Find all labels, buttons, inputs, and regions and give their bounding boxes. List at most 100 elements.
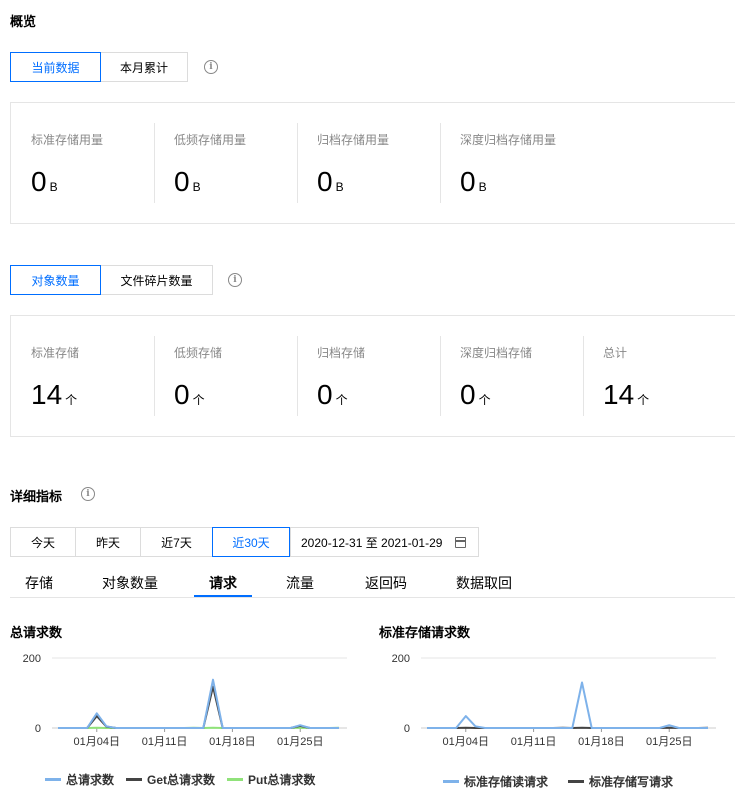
metric-unit: 个 [65, 393, 78, 407]
metric-unit: 个 [192, 393, 205, 407]
metric-label: 归档存储用量 [317, 133, 390, 147]
metric-label: 标准存储 [31, 346, 80, 360]
fragment-count-button[interactable]: 文件碎片数量 [100, 265, 213, 295]
divider [440, 123, 441, 203]
tab-storage[interactable]: 存储 [25, 573, 53, 593]
legend-swatch [227, 778, 244, 781]
legend-item[interactable]: Put总请求数 [227, 771, 315, 788]
metric-unit: 个 [335, 393, 348, 407]
metric-deep-archive-storage: 深度归档存储用量 0B [440, 103, 620, 223]
count-deep-archive: 深度归档存储 0个 [440, 316, 583, 436]
legend-item[interactable]: 标准存储读请求 [443, 773, 548, 790]
chart-legend: 总请求数 Get总请求数 Put总请求数 [45, 771, 327, 788]
metric-unit: B [192, 180, 201, 194]
tab-traffic[interactable]: 流量 [286, 573, 314, 593]
range-today-button[interactable]: 今天 [10, 527, 76, 557]
metric-label: 归档存储 [317, 346, 366, 360]
tab-requests[interactable]: 请求 [209, 573, 237, 593]
total-requests-chart: 0 200 01月04日 01月11日 01月18日 01月25日 [23, 653, 347, 748]
storage-usage-card: 标准存储用量 0B 低频存储用量 0B 归档存储用量 0B 深度归档存储用量 0… [10, 102, 735, 224]
metric-value: 0 [317, 166, 333, 197]
legend-item[interactable]: 标准存储写请求 [568, 773, 673, 790]
object-count-button[interactable]: 对象数量 [10, 265, 101, 295]
metric-infrequent-storage: 低频存储用量 0B [154, 103, 297, 223]
tab-return-codes[interactable]: 返回码 [365, 573, 407, 593]
legend-swatch [45, 778, 61, 781]
series-line [58, 685, 339, 729]
info-icon[interactable]: i [204, 60, 218, 74]
range-7days-button[interactable]: 近7天 [140, 527, 213, 557]
metric-label: 深度归档存储用量 [460, 133, 557, 147]
current-data-button[interactable]: 当前数据 [10, 52, 101, 82]
details-title: 详细指标 [10, 489, 63, 504]
x-tick-label: 01月25日 [277, 736, 323, 748]
legend-label: 总请求数 [66, 773, 115, 787]
legend-label: Get总请求数 [147, 773, 216, 787]
x-tick-label: 01月25日 [646, 736, 692, 748]
metric-label: 总计 [603, 346, 628, 360]
count-archive: 归档存储 0个 [297, 316, 440, 436]
metric-label: 低频存储 [174, 346, 223, 360]
legend-item[interactable]: Get总请求数 [126, 771, 215, 788]
metric-standard-storage: 标准存储用量 0B [11, 103, 154, 223]
metric-unit: B [478, 180, 487, 194]
standard-requests-chart: 0 200 01月04日 01月11日 01月18日 01月25日 [392, 653, 716, 748]
metrics-tabs: 存储 对象数量 请求 流量 返回码 数据取回 [10, 568, 735, 598]
range-buttons: 今天 昨天 近7天 近30天 [10, 527, 290, 557]
x-tick-label: 01月18日 [209, 736, 255, 748]
metric-unit: 个 [637, 393, 650, 407]
chart-title-total-requests: 总请求数 [10, 625, 63, 640]
divider [154, 123, 155, 203]
date-range-text: 2020-12-31 至 2021-01-29 [301, 535, 443, 550]
x-tick-label: 01月04日 [74, 736, 120, 748]
active-tab-indicator [194, 595, 252, 597]
y-tick-label: 0 [404, 723, 410, 735]
legend-label: 标准存储写请求 [589, 775, 674, 789]
legend-label: 标准存储读请求 [464, 775, 549, 789]
legend-item[interactable]: 总请求数 [45, 771, 114, 788]
count-infrequent: 低频存储 0个 [154, 316, 297, 436]
metric-value: 0 [460, 379, 476, 410]
metric-value: 14 [603, 379, 635, 410]
range-30days-button[interactable]: 近30天 [212, 527, 290, 557]
y-tick-label: 0 [35, 723, 41, 735]
info-icon[interactable]: i [81, 487, 95, 501]
metric-unit: B [335, 180, 344, 194]
metric-unit: 个 [478, 393, 491, 407]
divider [440, 336, 441, 416]
legend-swatch [443, 780, 459, 783]
date-range-picker[interactable]: 2020-12-31 至 2021-01-29 [290, 527, 479, 557]
overview-toggle: 当前数据 本月累计 [10, 52, 188, 82]
metric-unit: B [49, 180, 58, 194]
calendar-icon [455, 537, 466, 548]
chart-legend: 标准存储读请求 标准存储写请求 [443, 773, 685, 790]
legend-swatch [126, 778, 143, 781]
x-tick-label: 01月11日 [511, 736, 557, 748]
metric-value: 0 [174, 379, 190, 410]
count-toggle: 对象数量 文件碎片数量 [10, 265, 213, 295]
legend-label: Put总请求数 [248, 773, 316, 787]
metric-label: 深度归档存储 [460, 346, 533, 360]
chart-title-standard-requests: 标准存储请求数 [379, 625, 471, 640]
info-icon[interactable]: i [228, 273, 242, 287]
y-tick-label: 200 [23, 653, 41, 665]
metric-value: 0 [317, 379, 333, 410]
divider [297, 123, 298, 203]
range-yesterday-button[interactable]: 昨天 [75, 527, 141, 557]
y-tick-label: 200 [392, 653, 410, 665]
overview-title: 概览 [10, 14, 37, 29]
x-tick-label: 01月18日 [578, 736, 624, 748]
divider [154, 336, 155, 416]
legend-swatch [568, 780, 585, 783]
x-tick-label: 01月04日 [443, 736, 489, 748]
month-total-button[interactable]: 本月累计 [100, 52, 188, 82]
count-standard: 标准存储 14 个 [11, 316, 154, 436]
count-total: 总计 14 个 [583, 316, 733, 436]
object-count-card: 标准存储 14 个 低频存储 0个 归档存储 0个 深度归档存储 0个 总计 14… [10, 315, 735, 437]
series-line [427, 681, 708, 729]
metric-label: 标准存储用量 [31, 133, 104, 147]
tab-data-retrieval[interactable]: 数据取回 [456, 573, 512, 593]
metric-value: 0 [460, 166, 476, 197]
tab-object-count[interactable]: 对象数量 [102, 573, 158, 593]
metric-archive-storage: 归档存储用量 0B [297, 103, 440, 223]
